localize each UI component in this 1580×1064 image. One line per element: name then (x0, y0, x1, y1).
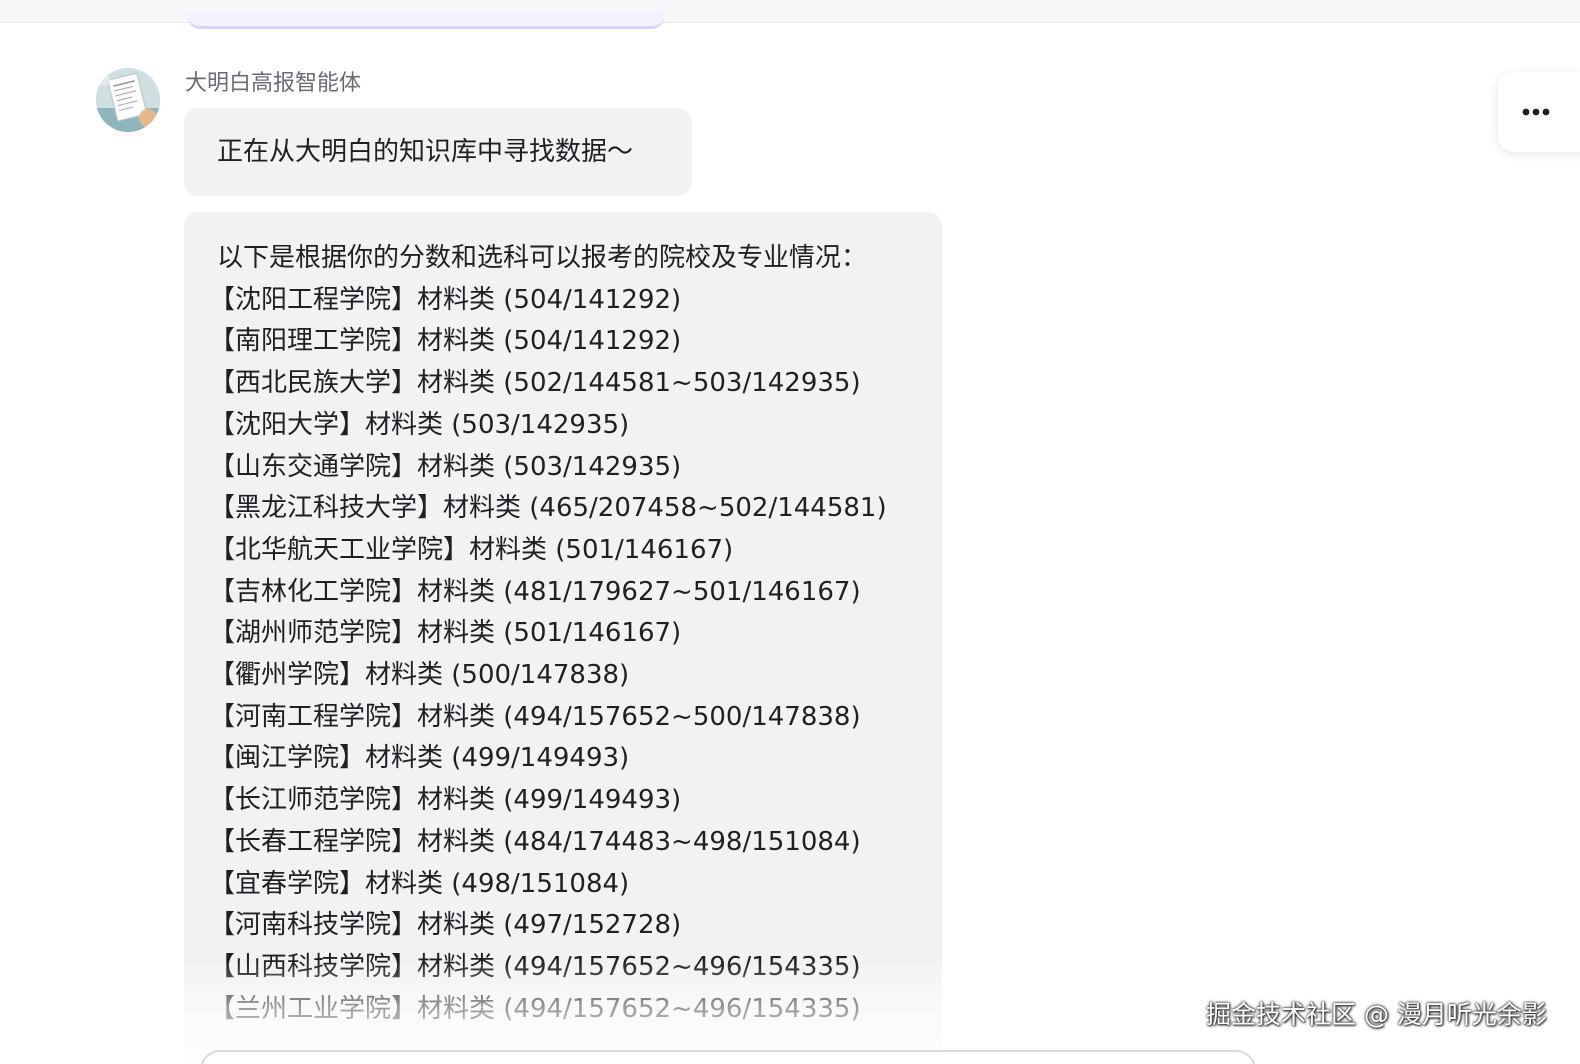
ellipsis-icon (1522, 108, 1550, 116)
result-line: 【沈阳大学】材料类 (503/142935) (209, 409, 630, 440)
result-line: 【西北民族大学】材料类 (502/144581~503/142935) (209, 368, 861, 399)
result-line: 【山东交通学院】材料类 (503/142935) (209, 451, 682, 482)
status-message-bubble: 正在从大明白的知识库中寻找数据～ (184, 108, 692, 196)
result-line: 【闽江学院】材料类 (499/149493) (209, 743, 630, 774)
previous-message-edge (188, 12, 664, 29)
result-line: 【黑龙江科技大学】材料类 (465/207458~502/144581) (209, 493, 887, 524)
result-line: 【湖州师范学院】材料类 (501/146167) (209, 618, 682, 649)
result-line: 【南阳理工学院】材料类 (504/141292) (209, 326, 682, 357)
result-line: 【山西科技学院】材料类 (494/157652~496/154335) (209, 951, 861, 982)
message-input-edge[interactable] (200, 1050, 1256, 1064)
result-line: 【长江师范学院】材料类 (499/149493) (209, 785, 682, 816)
result-line: 【沈阳工程学院】材料类 (504/141292) (209, 284, 682, 315)
result-line: 【兰州工业学院】材料类 (494/157652~496/154335) (209, 993, 861, 1024)
result-line: 【吉林化工学院】材料类 (481/179627~501/146167) (209, 576, 861, 607)
agent-avatar[interactable] (96, 68, 160, 132)
result-intro-text: 以下是根据你的分数和选科可以报考的院校及专业情况： (217, 243, 868, 273)
watermark: 掘金技术社区 @ 漫月听光余影 (1206, 1000, 1547, 1029)
result-line: 【北华航天工业学院】材料类 (501/146167) (209, 534, 734, 565)
result-line: 【河南工程学院】材料类 (494/157652~500/147838) (209, 701, 861, 732)
avatar-image (96, 68, 160, 132)
result-message-bubble: 以下是根据你的分数和选科可以报考的院校及专业情况： 【沈阳工程学院】材料类 (5… (184, 212, 942, 1064)
result-line: 【宜春学院】材料类 (498/151084) (209, 868, 630, 899)
result-line: 【长春工程学院】材料类 (484/174483~498/151084) (209, 826, 861, 857)
status-message-text: 正在从大明白的知识库中寻找数据～ (217, 137, 634, 167)
more-options-button[interactable] (1498, 72, 1580, 152)
chat-page: 大明白高报智能体 正在从大明白的知识库中寻找数据～ 以下是根据你的分数和选科可以… (0, 0, 1580, 1064)
agent-name: 大明白高报智能体 (185, 71, 362, 96)
result-line: 【衢州学院】材料类 (500/147838) (209, 660, 630, 691)
result-line: 【河南科技学院】材料类 (497/152728) (209, 910, 682, 941)
